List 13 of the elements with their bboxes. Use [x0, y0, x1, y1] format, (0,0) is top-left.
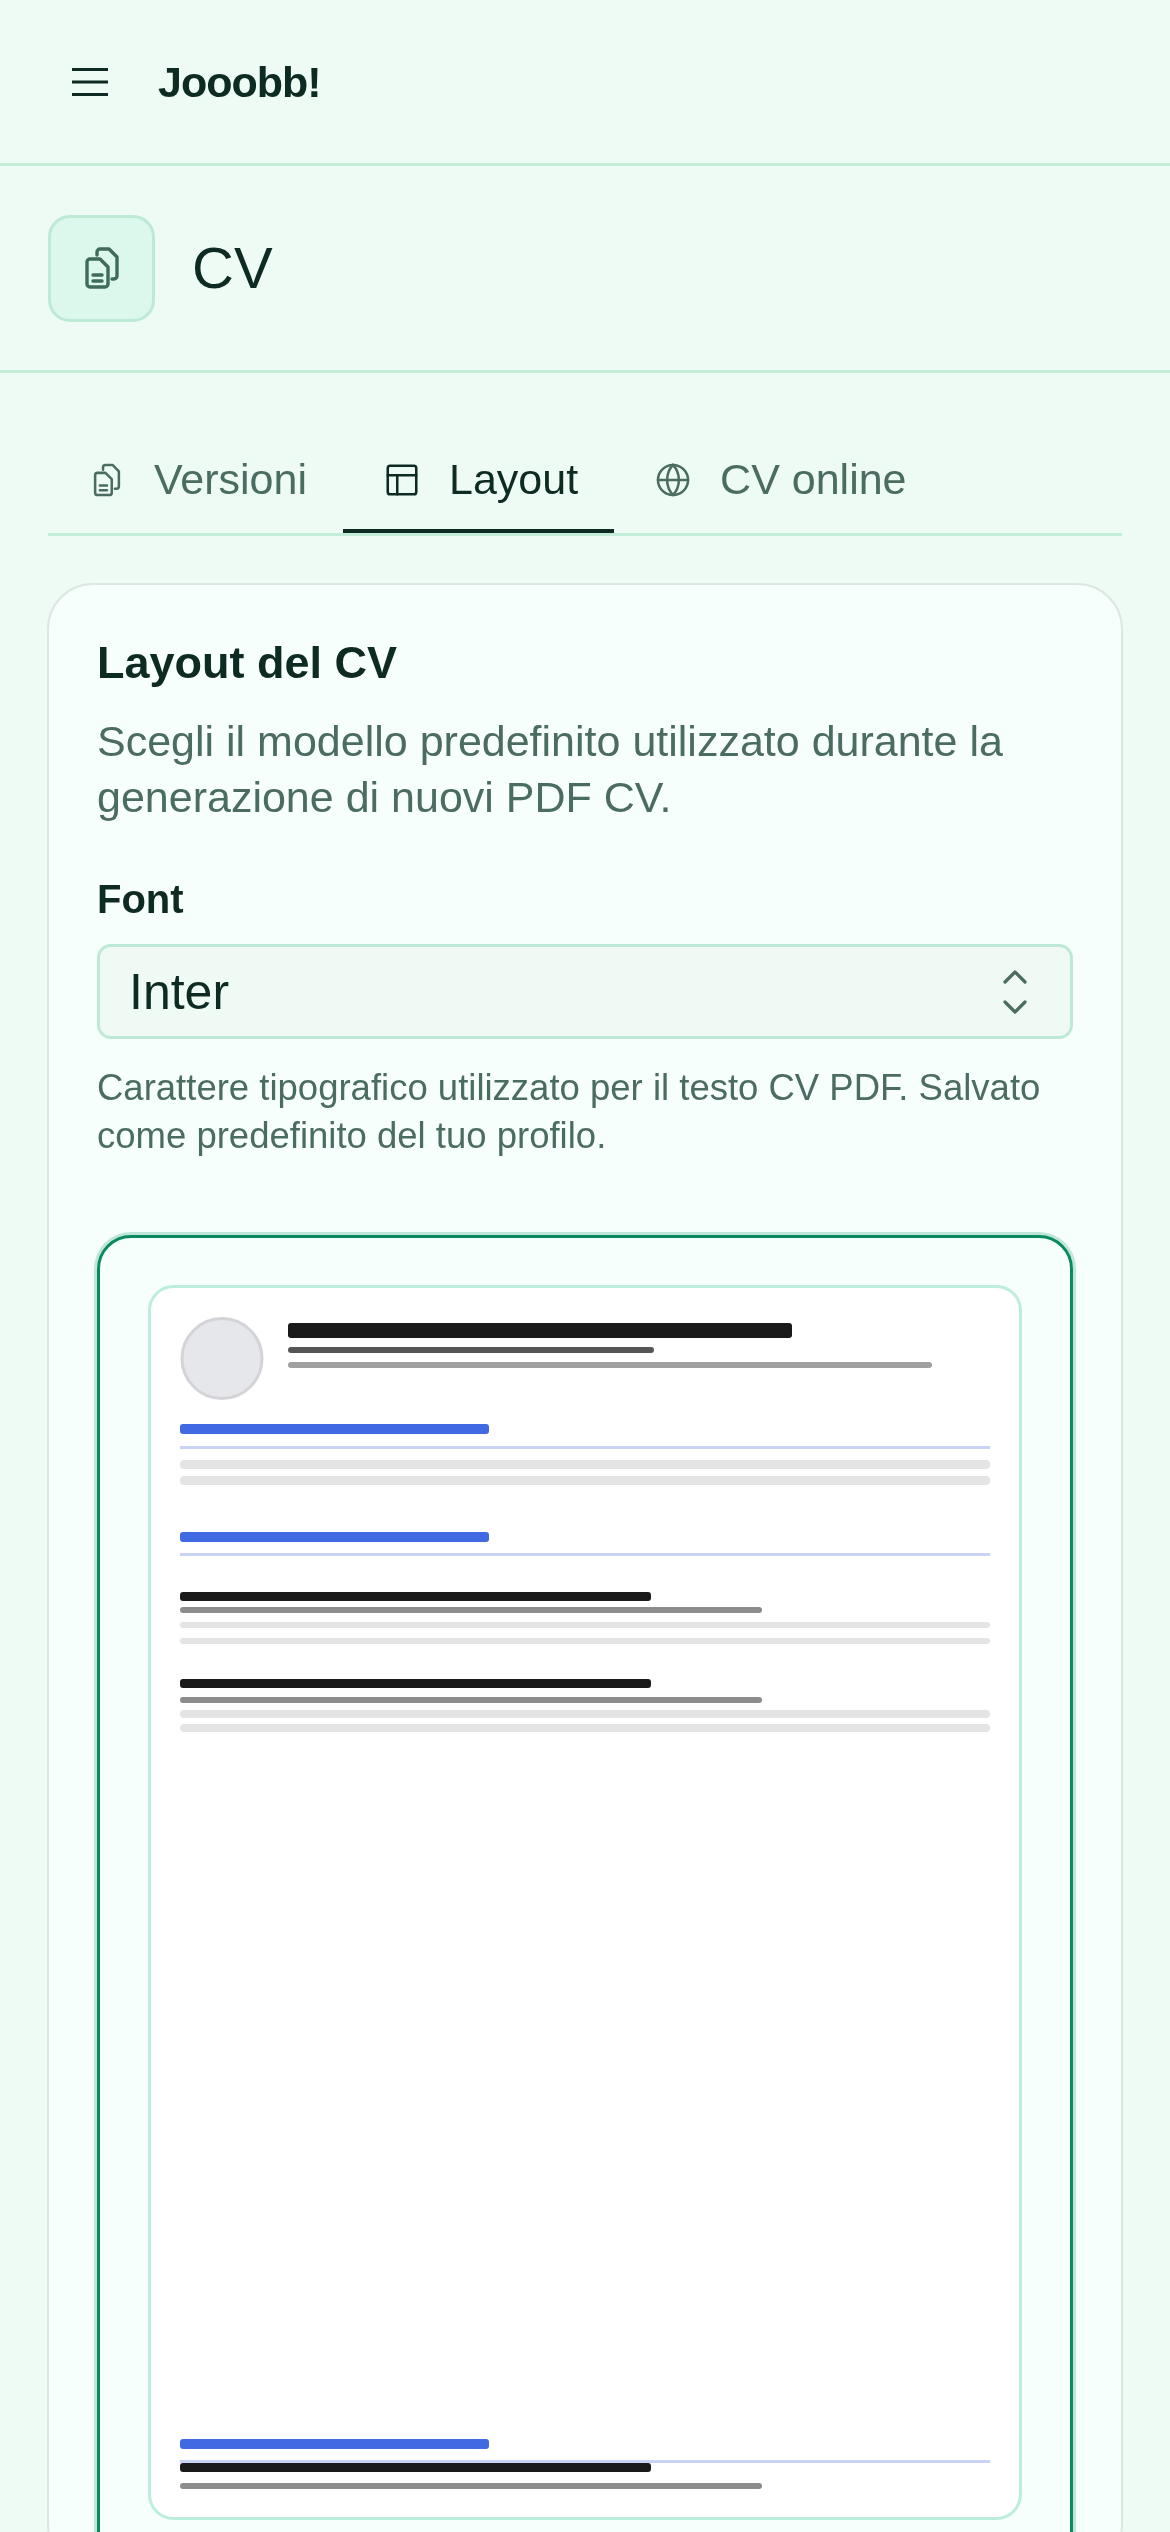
app-title: Jooobb! — [158, 56, 321, 107]
font-select[interactable]: Inter — [97, 944, 1073, 1039]
card-title: Layout del CV — [97, 636, 399, 690]
menu-icon[interactable] — [72, 67, 108, 96]
page-title: CV — [192, 235, 273, 301]
chevrons-up-down-icon — [1001, 967, 1029, 1016]
tab[interactable]: CV online — [614, 426, 943, 533]
field-label: Font — [97, 876, 184, 923]
card-description: Scegli il modello predefinito utilizzato durante la generazione di nuovi PDF CV. — [97, 716, 1004, 823]
field-help-text: Carattere tipografico utilizzato per il testo CV PDF. Salvato come predefinito del tuo profilo. — [97, 1066, 1042, 1158]
tab[interactable]: Versioni — [48, 426, 343, 533]
tab[interactable]: Layout — [343, 426, 615, 533]
documents-icon — [48, 214, 155, 322]
